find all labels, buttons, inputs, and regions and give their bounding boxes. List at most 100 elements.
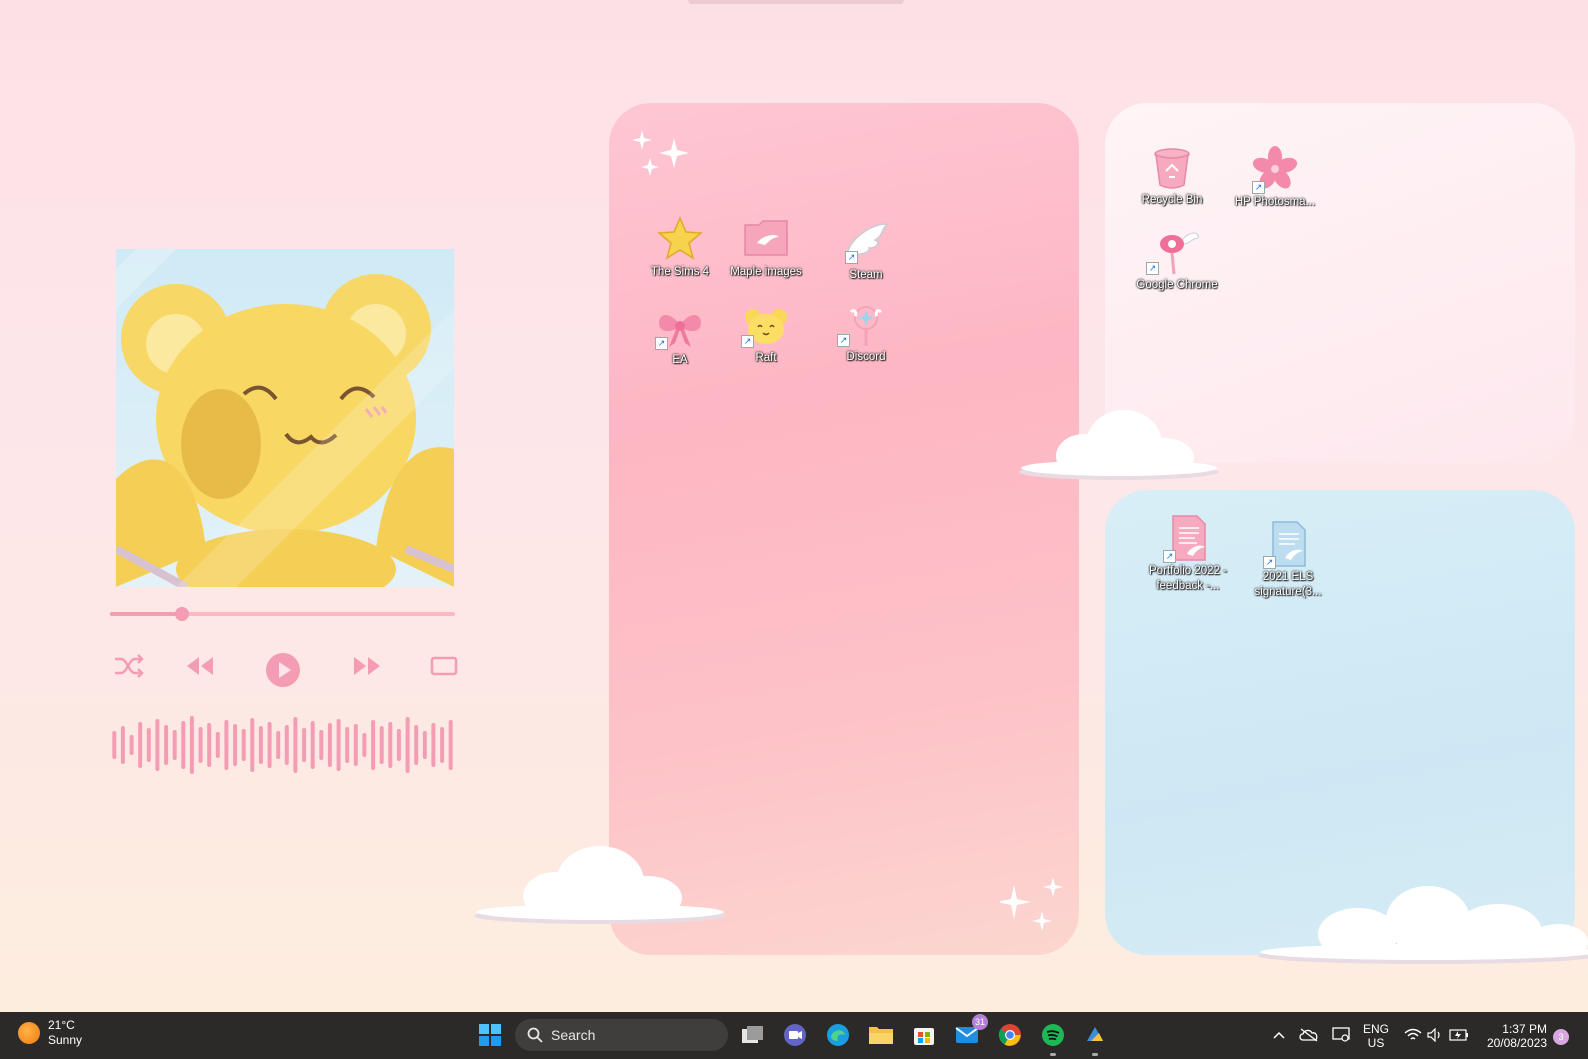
- cloud-decoration: [474, 846, 726, 924]
- edge-button[interactable]: [823, 1020, 853, 1050]
- waveform-bar: [267, 722, 272, 768]
- desktop-icon-label: Raft: [755, 352, 777, 364]
- waveform-bar: [353, 724, 358, 766]
- weather-widget[interactable]: 21°C Sunny: [18, 1018, 82, 1048]
- spotify-icon: [1042, 1024, 1064, 1046]
- top-handle: [688, 0, 904, 4]
- play-icon: [266, 653, 300, 687]
- repeat-button[interactable]: [428, 650, 460, 682]
- desktop-icon-ea[interactable]: EA ↗: [637, 305, 723, 368]
- play-button[interactable]: [265, 652, 301, 688]
- language-line1: ENG: [1363, 1022, 1390, 1036]
- waveform-bar: [362, 733, 367, 757]
- task-view-button[interactable]: [738, 1020, 768, 1050]
- folder-wing-icon: [744, 220, 788, 256]
- waveform-bar: [371, 720, 376, 770]
- language-indicator[interactable]: ENG US: [1363, 1022, 1389, 1050]
- cloud-off-icon: [1299, 1028, 1318, 1042]
- app-button[interactable]: [1080, 1020, 1110, 1056]
- ms-store-button[interactable]: [909, 1020, 939, 1050]
- progress-fill: [110, 612, 183, 616]
- previous-icon: [187, 657, 213, 675]
- shortcut-arrow-icon: ↗: [1252, 181, 1265, 194]
- desktop-icon-label: 2021 ELS signature(3...: [1254, 571, 1322, 598]
- running-indicator: [1092, 1053, 1098, 1056]
- shortcut-arrow-icon: ↗: [741, 335, 754, 348]
- clock-time: 1:37 PM: [1502, 1022, 1547, 1036]
- shortcut-arrow-icon: ↗: [845, 251, 858, 264]
- waveform-bar: [422, 731, 427, 759]
- shortcut-arrow-icon: ↗: [655, 337, 668, 350]
- kero-character-image: [116, 249, 454, 587]
- display-button[interactable]: [1330, 1020, 1352, 1050]
- progress-knob[interactable]: [175, 607, 190, 621]
- clock[interactable]: 1:37 PM 20/08/2023: [1483, 1022, 1547, 1050]
- edge-icon: [827, 1024, 849, 1046]
- mail-button[interactable]: 31: [952, 1014, 988, 1050]
- battery-button[interactable]: [1448, 1020, 1470, 1050]
- waveform-bar: [224, 720, 229, 770]
- waveform-bar: [258, 726, 263, 764]
- mail-badge: 31: [972, 1014, 988, 1030]
- desktop-icon-label: HP Photosma...: [1234, 196, 1316, 208]
- waveform-bar: [448, 720, 453, 770]
- shuffle-button[interactable]: [113, 650, 145, 682]
- desktop-icon-portfolio[interactable]: Portfolio 2022 - feedback -... ↗: [1145, 514, 1231, 594]
- desktop-icon-sims[interactable]: The Sims 4: [637, 215, 723, 280]
- search-placeholder: Search: [551, 1027, 596, 1043]
- desktop-icon-discord[interactable]: Discord ↗: [823, 302, 909, 365]
- notification-badge[interactable]: 3: [1553, 1029, 1569, 1045]
- desktop-icon-label: Maple images: [730, 266, 802, 278]
- chrome-button[interactable]: [995, 1020, 1025, 1050]
- shortcut-arrow-icon: ↗: [1163, 550, 1176, 563]
- teams-chat-button[interactable]: [780, 1020, 810, 1050]
- desktop-icon-label: Steam: [849, 269, 883, 281]
- onedrive-button[interactable]: [1298, 1020, 1320, 1050]
- waveform-bar: [379, 726, 384, 764]
- start-button[interactable]: [475, 1020, 505, 1050]
- desktop-icon-label: EA: [672, 354, 688, 366]
- desktop-icon-maple-images[interactable]: Maple images: [723, 215, 809, 280]
- desktop-icon-label: Discord: [846, 351, 886, 363]
- weather-temp: 21°C: [48, 1018, 75, 1032]
- waveform-bar: [138, 722, 143, 768]
- file-explorer-button[interactable]: [866, 1020, 896, 1050]
- desktop-icon-google-chrome[interactable]: Google Chrome ↗: [1134, 228, 1220, 293]
- desktop-icon-label: Recycle Bin: [1141, 194, 1203, 206]
- desktop-icon-recycle-bin[interactable]: Recycle Bin: [1129, 145, 1215, 208]
- volume-button[interactable]: [1425, 1020, 1445, 1050]
- volume-icon: [1427, 1028, 1440, 1042]
- wifi-icon: [1404, 1028, 1422, 1040]
- waveform-bar: [336, 719, 341, 771]
- recycle-bin-icon: [1154, 148, 1190, 189]
- waveform-bar: [198, 727, 203, 763]
- waveform-bar: [293, 717, 298, 773]
- waveform-bar: [129, 735, 134, 755]
- previous-button[interactable]: [184, 650, 216, 682]
- waveform-bar: [241, 729, 246, 761]
- desktop-icon-els-signature[interactable]: 2021 ELS signature(3... ↗: [1245, 520, 1331, 600]
- waveform-bar: [396, 729, 401, 761]
- desktop-icon-hp-photosmart[interactable]: HP Photosma... ↗: [1232, 145, 1318, 210]
- spotify-button[interactable]: [1038, 1020, 1068, 1056]
- waveform-bar: [319, 730, 324, 760]
- battery-charging-icon: [1449, 1029, 1468, 1041]
- waveform-bar: [414, 725, 419, 765]
- sun-icon: [18, 1022, 40, 1044]
- show-hidden-icons-button[interactable]: [1271, 1020, 1287, 1050]
- repeat-icon: [430, 656, 458, 676]
- waveform-bar: [146, 728, 151, 762]
- waveform-bar: [233, 724, 238, 766]
- taskbar-search[interactable]: Search: [515, 1019, 728, 1051]
- shortcut-arrow-icon: ↗: [837, 334, 850, 347]
- next-button[interactable]: [351, 650, 383, 682]
- playback-progress-bar[interactable]: [110, 607, 455, 621]
- wifi-button[interactable]: [1403, 1020, 1423, 1050]
- sparkle-icon: [632, 130, 689, 176]
- ms-store-icon: [914, 1028, 934, 1045]
- desktop-icon-raft[interactable]: Raft ↗: [723, 305, 809, 366]
- monitor-icon: [1332, 1027, 1350, 1042]
- desktop-icon-label: The Sims 4: [650, 266, 710, 278]
- cloud-decoration: [1019, 410, 1219, 480]
- desktop-icon-steam[interactable]: Steam ↗: [823, 218, 909, 283]
